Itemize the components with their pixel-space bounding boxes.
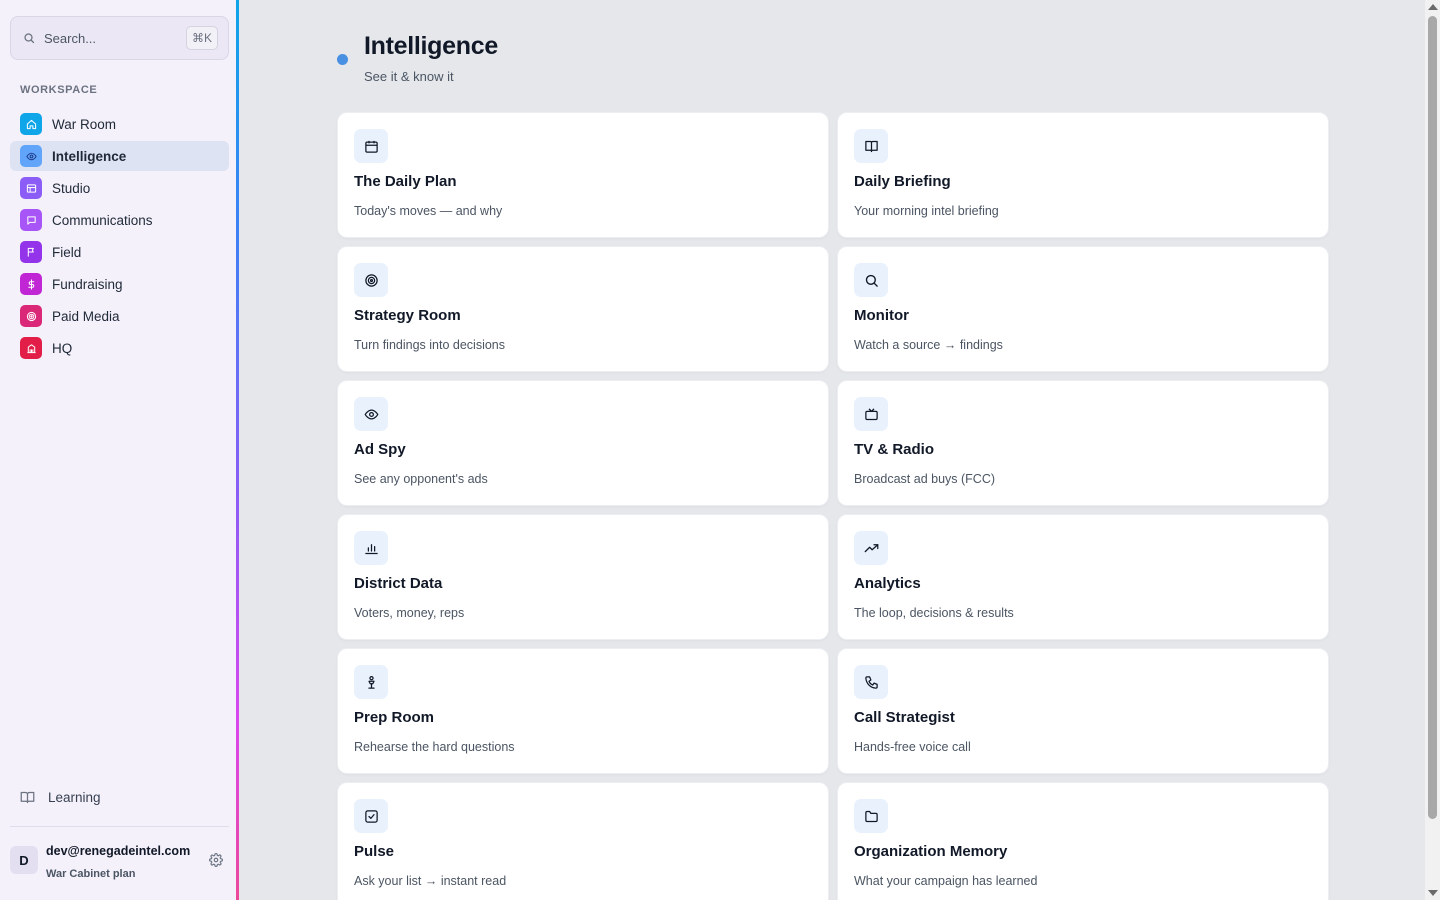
card-description: Today's moves — and why — [354, 204, 503, 218]
sidebar-item-hq[interactable]: HQ — [10, 333, 229, 363]
sidebar: Search... ⌘K WORKSPACE War Room Intellig… — [0, 0, 236, 900]
user-profile[interactable]: D dev@renegadeintel.com War Cabinet plan — [10, 844, 229, 880]
message-icon — [20, 209, 42, 231]
card-title: TV & Radio — [854, 441, 935, 458]
sidebar-item-label: Field — [52, 244, 82, 260]
search-icon — [854, 263, 888, 297]
building-icon — [20, 337, 42, 359]
sidebar-item-label: HQ — [52, 340, 73, 356]
sidebar-item-label: War Room — [52, 116, 117, 132]
sidebar-item-war-room[interactable]: War Room — [10, 109, 229, 139]
card-title: Prep Room — [354, 709, 435, 726]
card-title: Analytics — [854, 575, 921, 592]
card-daily-plan[interactable]: The Daily Plan Today's moves — and why — [337, 112, 829, 238]
card-daily-briefing[interactable]: Daily Briefing Your morning intel briefi… — [837, 112, 1329, 238]
card-title: Daily Briefing — [854, 173, 951, 190]
card-title: Pulse — [354, 843, 395, 860]
sidebar-item-label: Intelligence — [52, 148, 127, 164]
card-description: The loop, decisions & results — [854, 606, 1014, 620]
card-title: Monitor — [854, 307, 909, 324]
card-title: Ad Spy — [354, 441, 406, 458]
sidebar-item-field[interactable]: Field — [10, 237, 229, 267]
book-open-icon — [20, 791, 35, 804]
page-title: Intelligence — [364, 32, 498, 60]
sidebar-item-label: Communications — [52, 212, 153, 228]
scroll-down-icon[interactable] — [1428, 890, 1438, 896]
card-description: Hands-free voice call — [854, 740, 971, 754]
learning-label: Learning — [48, 790, 101, 805]
search-shortcut-badge: ⌘K — [185, 26, 218, 50]
card-description: See any opponent's ads — [354, 472, 488, 486]
sidebar-item-studio[interactable]: Studio — [10, 173, 229, 203]
target-icon — [354, 263, 388, 297]
card-description: Broadcast ad buys (FCC) — [854, 472, 996, 486]
tv-icon — [854, 397, 888, 431]
sidebar-item-communications[interactable]: Communications — [10, 205, 229, 235]
card-description: Voters, money, reps — [354, 606, 465, 620]
sidebar-item-intelligence[interactable]: Intelligence — [10, 141, 229, 171]
eye-icon — [20, 145, 42, 167]
eye-icon — [354, 397, 388, 431]
sidebar-item-label: Studio — [52, 180, 91, 196]
layout-icon — [20, 177, 42, 199]
card-title: Call Strategist — [854, 709, 955, 726]
card-description: Turn findings into decisions — [354, 338, 506, 352]
target-icon — [20, 305, 42, 327]
card-prep-room[interactable]: Prep Room Rehearse the hard questions — [337, 648, 829, 774]
card-call-strategist[interactable]: Call Strategist Hands-free voice call — [837, 648, 1329, 774]
status-dot — [337, 54, 348, 65]
sidebar-item-label: Paid Media — [52, 308, 120, 324]
card-tv-radio[interactable]: TV & Radio Broadcast ad buys (FCC) — [837, 380, 1329, 506]
card-title: District Data — [354, 575, 443, 592]
card-monitor[interactable]: Monitor Watch a source → findings — [837, 246, 1329, 372]
gear-icon[interactable] — [209, 853, 223, 867]
sidebar-item-fundraising[interactable]: Fundraising — [10, 269, 229, 299]
bar-chart-icon — [354, 531, 388, 565]
user-email: dev@renegadeintel.com — [46, 844, 191, 858]
card-district-data[interactable]: District Data Voters, money, reps — [337, 514, 829, 640]
podium-icon — [354, 665, 388, 699]
user-plan: War Cabinet plan — [46, 868, 136, 880]
search-box[interactable]: Search... ⌘K — [10, 16, 229, 60]
scrollbar-thumb[interactable] — [1428, 16, 1437, 819]
flag-icon — [20, 241, 42, 263]
card-description: Watch a source → findings — [854, 338, 1003, 352]
phone-icon — [854, 665, 888, 699]
card-pulse[interactable]: Pulse Ask your list → instant read — [337, 782, 829, 900]
card-organization-memory[interactable]: Organization Memory What your campaign h… — [837, 782, 1329, 900]
card-analytics[interactable]: Analytics The loop, decisions & results — [837, 514, 1329, 640]
card-title: Strategy Room — [354, 307, 461, 324]
trending-up-icon — [854, 531, 888, 565]
card-ad-spy[interactable]: Ad Spy See any opponent's ads — [337, 380, 829, 506]
page-subtitle: See it & know it — [364, 69, 454, 84]
search-icon — [23, 32, 35, 44]
sidebar-nav: War Room Intelligence Studio Communicati… — [0, 109, 236, 365]
scroll-up-icon[interactable] — [1428, 4, 1438, 10]
book-icon — [854, 129, 888, 163]
dollar-icon — [20, 273, 42, 295]
folder-icon — [854, 799, 888, 833]
card-strategy-room[interactable]: Strategy Room Turn findings into decisio… — [337, 246, 829, 372]
main-content: Intelligence See it & know it The Daily … — [239, 0, 1425, 900]
card-description: Your morning intel briefing — [854, 204, 999, 218]
avatar: D — [10, 846, 38, 874]
calendar-icon — [354, 129, 388, 163]
search-input[interactable]: Search... — [44, 31, 186, 46]
learning-link[interactable]: Learning — [20, 790, 101, 805]
home-icon — [20, 113, 42, 135]
workspace-section-label: WORKSPACE — [20, 84, 98, 96]
check-square-icon — [354, 799, 388, 833]
card-description: Rehearse the hard questions — [354, 740, 515, 754]
card-title: Organization Memory — [854, 843, 1008, 860]
card-title: The Daily Plan — [354, 173, 457, 190]
sidebar-divider — [10, 826, 229, 827]
card-description: What your campaign has learned — [854, 874, 1038, 888]
tool-card-grid: The Daily Plan Today's moves — and why D… — [337, 112, 1329, 900]
page-scrollbar[interactable] — [1425, 0, 1440, 900]
sidebar-item-label: Fundraising — [52, 276, 123, 292]
sidebar-item-paid-media[interactable]: Paid Media — [10, 301, 229, 331]
card-description: Ask your list → instant read — [354, 874, 507, 888]
